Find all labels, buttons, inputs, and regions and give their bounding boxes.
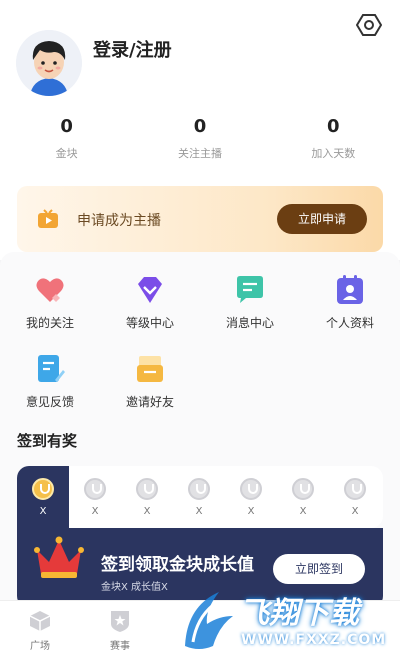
checkin-banner-title: 签到领取金块成长值: [101, 555, 254, 575]
checkin-day[interactable]: X: [335, 478, 375, 517]
grid-item-invite[interactable]: 邀请好友: [100, 353, 200, 410]
watermark: 飞翔下载 WWW.FXXZ.COM: [175, 578, 400, 667]
stat-label: 关注主播: [177, 147, 222, 160]
stat-value: 0: [327, 116, 340, 137]
avatar[interactable]: [16, 30, 82, 96]
message-icon: [237, 276, 263, 303]
login-register-link[interactable]: 登录/注册: [93, 36, 172, 62]
day-label: X: [351, 506, 359, 517]
watermark-title: 飞翔下载: [239, 596, 359, 631]
stat-value: 0: [60, 116, 73, 137]
stat-gold[interactable]: 0 金块: [0, 116, 133, 161]
tv-icon: [38, 209, 58, 228]
grid-item-following[interactable]: 我的关注: [0, 274, 100, 331]
cube-icon: [29, 611, 51, 631]
grid-label: 等级中心: [125, 316, 174, 330]
grid-label: 我的关注: [25, 316, 74, 330]
grid-label: 意见反馈: [25, 395, 74, 409]
day-label: X: [247, 506, 255, 517]
apply-now-button[interactable]: 立即申请: [277, 204, 367, 234]
day-label: X: [39, 506, 47, 517]
grid-item-feedback[interactable]: 意见反馈: [0, 353, 100, 410]
checkin-day[interactable]: X: [179, 478, 219, 517]
diamond-icon: [138, 277, 162, 303]
coin-icon: [84, 478, 106, 500]
coin-icon: [32, 478, 54, 500]
checkin-banner-subtitle: 金块X 成长值X: [101, 582, 168, 593]
coin-icon: [240, 478, 262, 500]
stat-label: 金块: [55, 147, 78, 160]
watermark-logo-icon: [185, 592, 233, 649]
tab-plaza[interactable]: 广场: [15, 609, 65, 652]
coin-icon: [188, 478, 210, 500]
avatar-boy-icon: [16, 30, 82, 96]
checkin-day[interactable]: X: [127, 478, 167, 517]
day-label: X: [91, 506, 99, 517]
checkin-day[interactable]: X: [231, 478, 271, 517]
stat-days[interactable]: 0 加入天数: [267, 116, 400, 161]
tab-label: 赛事: [110, 641, 130, 652]
day-label: X: [299, 506, 307, 517]
feature-grid: 我的关注 等级中心 消息中心 个人资料 意见反馈 邀请好友: [0, 274, 400, 410]
apply-streamer-card[interactable]: 申请成为主播 立即申请: [17, 186, 383, 252]
grid-label: 消息中心: [225, 316, 274, 330]
grid-item-profile[interactable]: 个人资料: [300, 274, 400, 331]
profile-header: 登录/注册 0 金块 0 关注主播 0 加入天数 申请成为主播 立即申请: [0, 0, 400, 260]
profile-icon: [337, 275, 363, 304]
checkin-days-row: X X X X X X X: [17, 466, 383, 528]
stat-value: 0: [193, 116, 207, 137]
crown-icon: [34, 536, 84, 578]
checkin-day[interactable]: X: [283, 478, 323, 517]
tab-label: 广场: [30, 641, 50, 652]
day-label: X: [143, 506, 151, 517]
coin-icon: [292, 478, 314, 500]
checkin-section-title: 签到有奖: [17, 432, 78, 450]
coin-icon: [344, 478, 366, 500]
grid-label: 个人资料: [325, 316, 374, 330]
watermark-url: WWW.FXXZ.COM: [241, 632, 387, 648]
envelope-icon: [137, 356, 163, 382]
settings-hexagon-icon[interactable]: [356, 12, 382, 38]
stats-row: 0 金块 0 关注主播 0 加入天数: [0, 116, 400, 161]
checkin-day[interactable]: X: [75, 478, 115, 517]
grid-label: 邀请好友: [125, 395, 174, 409]
grid-item-messages[interactable]: 消息中心: [200, 274, 300, 331]
stat-label: 加入天数: [311, 147, 356, 160]
coin-icon: [136, 478, 158, 500]
heart-icon: [36, 278, 64, 302]
day-label: X: [195, 506, 203, 517]
checkin-day[interactable]: X: [23, 478, 63, 517]
feedback-icon: [38, 355, 65, 382]
shield-star-icon: [111, 611, 129, 632]
tab-events[interactable]: 赛事: [95, 609, 145, 652]
apply-streamer-text: 申请成为主播: [77, 213, 161, 229]
stat-following[interactable]: 0 关注主播: [133, 116, 266, 161]
grid-item-level[interactable]: 等级中心: [100, 274, 200, 331]
